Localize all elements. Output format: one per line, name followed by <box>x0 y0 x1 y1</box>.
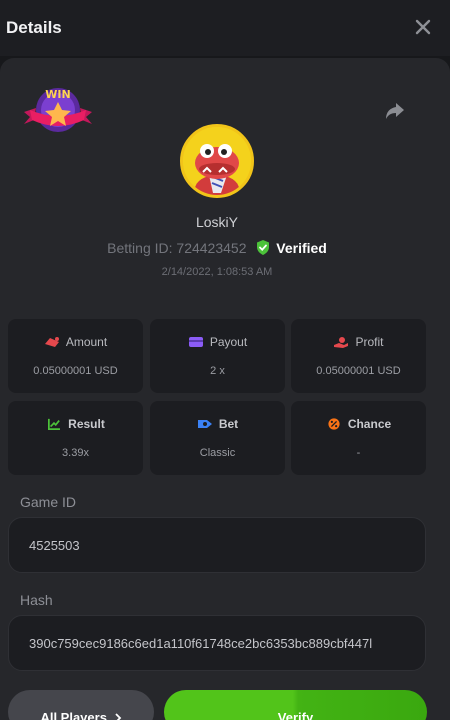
stat-label: Amount <box>65 335 108 349</box>
chance-icon <box>328 418 340 430</box>
all-players-button[interactable]: All Players <box>8 690 154 720</box>
shield-check-icon <box>257 240 270 255</box>
game-id-field[interactable]: 4525503 <box>8 517 426 573</box>
stat-card-bet: Bet Classic <box>150 401 285 475</box>
betting-id-value: 724423452 <box>176 240 247 256</box>
stat-label: Chance <box>347 417 392 431</box>
verified-label: Verified <box>276 240 327 256</box>
bet-datetime: 2/14/2022, 1:08:53 AM <box>161 266 273 278</box>
hash-value: 390c759cec9186c6ed1a110f61748ce2bc6353bc… <box>29 636 373 651</box>
stat-card-result: Result 3.39x <box>8 401 143 475</box>
header-bar: Details <box>0 0 450 56</box>
close-icon[interactable] <box>412 16 434 38</box>
stat-value: Classic <box>199 447 236 459</box>
stat-card-chance: Chance - <box>291 401 426 475</box>
share-icon[interactable] <box>383 98 407 122</box>
verify-button[interactable]: Verify <box>164 690 427 720</box>
hash-label: Hash <box>20 592 53 608</box>
stat-card-payout: Payout 2 x <box>150 319 285 393</box>
stat-label: Result <box>68 417 105 431</box>
stat-label: Bet <box>218 417 239 431</box>
stat-card-profit: Profit 0.05000001 USD <box>291 319 426 393</box>
chevron-right-icon <box>114 713 121 720</box>
hash-field[interactable]: 390c759cec9186c6ed1a110f61748ce2bc6353bc… <box>8 615 426 671</box>
amount-icon <box>44 337 59 347</box>
win-badge: WIN <box>24 88 92 132</box>
game-id-value: 4525503 <box>29 538 80 553</box>
betting-id-label: Betting ID: <box>107 240 173 256</box>
verify-label: Verify <box>277 710 314 720</box>
stat-label: Payout <box>209 335 248 349</box>
result-icon <box>48 418 61 430</box>
betting-info: Betting ID: 724423452 Verified <box>0 240 434 256</box>
stat-card-amount: Amount 0.05000001 USD <box>8 319 143 393</box>
page-title: Details <box>6 18 62 37</box>
avatar <box>180 124 254 198</box>
profit-icon <box>334 337 349 348</box>
stat-value: - <box>356 447 361 459</box>
dino-avatar-icon <box>183 127 251 195</box>
stat-value: 0.05000001 USD <box>316 365 401 377</box>
win-badge-text: WIN <box>45 88 70 101</box>
payout-icon <box>188 337 203 347</box>
player-name: LoskiY <box>195 214 239 230</box>
stat-value: 2 x <box>210 365 225 377</box>
stat-value: 0.05000001 USD <box>33 365 118 377</box>
all-players-label: All Players <box>40 710 107 720</box>
stat-value: 3.39x <box>62 447 89 459</box>
stat-label: Profit <box>355 335 384 349</box>
bet-icon <box>197 420 212 428</box>
game-id-label: Game ID <box>20 494 77 510</box>
